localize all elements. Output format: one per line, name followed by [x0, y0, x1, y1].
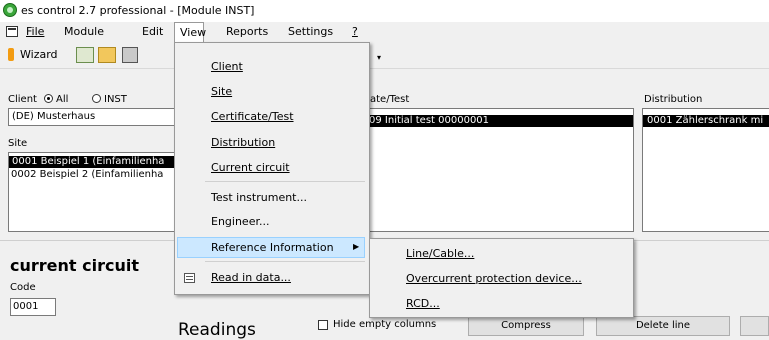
checkbox-icon — [318, 320, 328, 330]
menu-settings[interactable]: Settings — [288, 25, 333, 38]
window-title: es control 2.7 professional - [Module IN… — [21, 4, 255, 17]
hide-empty-columns-label: Hide empty columns — [333, 319, 437, 330]
menu-file-label: File — [26, 25, 45, 38]
menu-edit-label: Edit — [142, 25, 164, 38]
compress-button[interactable]: Compress — [468, 316, 584, 336]
submenu-line-cable[interactable]: Line/Cable... — [406, 247, 474, 260]
toolbar-dropdown-arrow-icon[interactable]: ▾ — [377, 53, 381, 62]
menu-reports[interactable]: Reports — [226, 25, 268, 38]
site-list[interactable]: 0001 Beispiel 1 (Einfamilienha 0002 Beis… — [8, 152, 175, 232]
menu-module-label: Module — [64, 25, 104, 38]
menu-file[interactable]: File — [26, 25, 44, 38]
client-value: (DE) Musterhaus — [12, 111, 96, 122]
menu-bar: File Module Edit View Reports Settings ? — [0, 22, 769, 43]
menu-help-label: ? — [352, 25, 358, 38]
wizard-label: Wizard — [20, 48, 58, 61]
submenu-rcd[interactable]: RCD... — [406, 297, 440, 310]
menu-settings-label: Settings — [288, 25, 334, 38]
distribution-list[interactable]: 0001 Zählerschrank mi — [642, 108, 769, 232]
view-menu-test-instrument[interactable]: Test instrument... — [211, 191, 307, 204]
open-folder-icon[interactable] — [98, 47, 116, 63]
view-menu-current-circuit[interactable]: Current circuit — [211, 161, 290, 174]
menu-separator — [205, 181, 365, 182]
view-menu-certificate[interactable]: Certificate/Test — [211, 110, 294, 123]
code-label: Code — [10, 282, 36, 293]
menu-separator — [205, 261, 365, 262]
submenu-arrow-icon: ▶ — [353, 242, 360, 251]
site-label: Site — [8, 138, 28, 149]
delete-line-button[interactable]: Delete line — [596, 316, 730, 336]
toolbar: Wizard ▾ — [0, 43, 769, 69]
view-menu-reference-information[interactable]: Reference Information ▶ — [177, 237, 365, 258]
view-menu: Client Site Certificate/Test Distributio… — [174, 42, 370, 295]
view-menu-read-in-data[interactable]: Read in data... — [211, 271, 291, 284]
view-menu-distribution[interactable]: Distribution — [211, 136, 275, 149]
app-icon — [3, 3, 17, 17]
certificate-list[interactable]: 09 Initial test 00000001 — [366, 108, 634, 232]
radio-all-label: All — [56, 94, 69, 105]
menu-reports-label: Reports — [226, 25, 269, 38]
wizard-icon — [8, 48, 14, 61]
distribution-label: Distribution — [644, 94, 703, 105]
list-item[interactable]: 0002 Beispiel 2 (Einfamilienha — [11, 169, 163, 181]
code-field[interactable]: 0001 — [10, 298, 56, 316]
menu-module[interactable]: Module — [64, 25, 104, 38]
extra-button[interactable] — [740, 316, 769, 336]
client-label: Client — [8, 94, 37, 105]
reference-information-label: Reference Information — [211, 241, 334, 254]
list-item[interactable]: 0001 Beispiel 1 (Einfamilienha — [9, 156, 174, 168]
print-icon[interactable] — [122, 47, 138, 63]
radio-unselected-icon — [92, 94, 101, 103]
client-field[interactable]: (DE) Musterhaus — [8, 108, 175, 126]
submenu-overcurrent-protection[interactable]: Overcurrent protection device... — [406, 272, 582, 285]
readings-heading: Readings — [178, 320, 256, 340]
menu-view[interactable]: View — [174, 22, 207, 43]
list-item[interactable]: 09 Initial test 00000001 — [367, 115, 633, 127]
view-menu-engineer[interactable]: Engineer... — [211, 215, 269, 228]
list-item[interactable]: 0001 Zählerschrank mi — [643, 115, 769, 127]
radio-selected-icon — [44, 94, 53, 103]
system-menu-icon[interactable] — [6, 26, 18, 37]
read-in-data-icon — [184, 273, 195, 283]
menu-view-label: View — [180, 26, 207, 39]
menu-help[interactable]: ? — [352, 25, 358, 38]
new-document-icon[interactable] — [76, 47, 94, 63]
current-circuit-heading: current circuit — [10, 256, 139, 275]
certificate-label: ate/Test — [370, 94, 410, 105]
view-menu-site[interactable]: Site — [211, 85, 232, 98]
radio-inst-label: INST — [104, 94, 127, 105]
menu-edit[interactable]: Edit — [142, 25, 163, 38]
view-menu-client[interactable]: Client — [211, 60, 243, 73]
reference-submenu: Line/Cable... Overcurrent protection dev… — [369, 238, 634, 318]
title-bar: es control 2.7 professional - [Module IN… — [0, 0, 769, 22]
code-value: 0001 — [13, 301, 39, 312]
